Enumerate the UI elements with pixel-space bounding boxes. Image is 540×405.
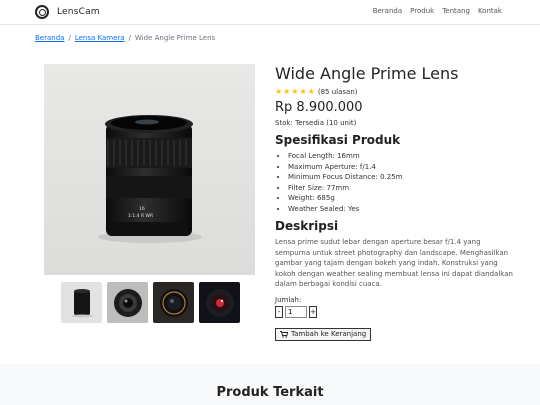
thumbnail-3[interactable] bbox=[153, 282, 194, 323]
nav-link-produk[interactable]: Produk bbox=[410, 7, 434, 15]
add-to-cart-label: Tambah ke Keranjang bbox=[291, 330, 367, 338]
rating: ★ ★ ★ ★ ★ (85 ulasan) bbox=[275, 87, 515, 96]
quantity-input[interactable] bbox=[285, 305, 307, 318]
breadcrumb-home[interactable]: Beranda bbox=[35, 34, 64, 42]
product-info: Wide Angle Prime Lens ★ ★ ★ ★ ★ (85 ulas… bbox=[275, 64, 515, 342]
star-icon: ★ bbox=[307, 87, 315, 96]
breadcrumb-category[interactable]: Lensa Kamera bbox=[75, 34, 125, 42]
nav-link-kontak[interactable]: Kontak bbox=[478, 7, 502, 15]
star-icon: ★ bbox=[275, 87, 283, 96]
spec-item: Maximum Aperture: f/1.4 bbox=[288, 162, 515, 173]
related-products-title: Produk Terkait bbox=[216, 385, 324, 400]
thumbnail-4[interactable] bbox=[199, 282, 240, 323]
navbar: LensCam Beranda Produk Tentang Kontak bbox=[0, 0, 540, 25]
quantity-stepper: - + bbox=[275, 305, 515, 318]
spec-item: Weather Sealed: Yes bbox=[288, 204, 515, 215]
breadcrumb: Beranda / Lensa Kamera / Wide Angle Prim… bbox=[35, 34, 215, 42]
product-main-image: 16 1:1.4 R WR bbox=[44, 64, 255, 275]
quantity-increase-button[interactable]: + bbox=[309, 305, 317, 318]
spec-item: Focal Length: 16mm bbox=[288, 151, 515, 162]
lens-marking: 1:1.4 R WR bbox=[128, 213, 153, 219]
spec-list: Focal Length: 16mm Maximum Aperture: f/1… bbox=[275, 151, 515, 214]
star-icon: ★ bbox=[291, 87, 299, 96]
thumbnail-strip bbox=[61, 282, 240, 323]
lens-marking: 16 bbox=[139, 206, 145, 212]
thumbnail-2[interactable] bbox=[107, 282, 148, 323]
brand[interactable]: LensCam bbox=[35, 5, 100, 19]
nav-link-beranda[interactable]: Beranda bbox=[373, 7, 402, 15]
camera-lens-logo-icon bbox=[35, 5, 49, 19]
brand-name: LensCam bbox=[57, 7, 100, 17]
quantity-decrease-button[interactable]: - bbox=[275, 305, 283, 318]
review-count: (85 ulasan) bbox=[317, 87, 358, 96]
breadcrumb-separator: / bbox=[128, 34, 131, 42]
stock-status: Stok: Tersedia (10 unit) bbox=[275, 119, 357, 127]
spec-heading: Spesifikasi Produk bbox=[275, 133, 401, 147]
breadcrumb-separator: / bbox=[68, 34, 71, 42]
spec-item: Minimum Focus Distance: 0.25m bbox=[288, 172, 515, 183]
spec-item: Weight: 685g bbox=[288, 193, 515, 204]
product-price: Rp 8.900.000 bbox=[275, 100, 363, 115]
quantity-label: Jumlah: bbox=[275, 295, 302, 304]
breadcrumb-current: Wide Angle Prime Lens bbox=[134, 34, 216, 42]
thumbnail-1[interactable] bbox=[61, 282, 102, 323]
star-icon: ★ bbox=[283, 87, 291, 96]
cart-icon bbox=[280, 330, 288, 338]
product-description: Lensa prime sudut lebar dengan aperture … bbox=[275, 238, 513, 288]
nav-link-tentang[interactable]: Tentang bbox=[442, 7, 470, 15]
product-title: Wide Angle Prime Lens bbox=[275, 64, 459, 83]
description-heading: Deskripsi bbox=[275, 219, 339, 233]
related-products-section: Produk Terkait bbox=[0, 364, 540, 405]
lens-photo: 16 1:1.4 R WR bbox=[44, 64, 255, 275]
spec-item: Filter Size: 77mm bbox=[288, 183, 515, 194]
star-icon: ★ bbox=[299, 87, 307, 96]
nav-links: Beranda Produk Tentang Kontak bbox=[373, 7, 502, 15]
add-to-cart-button[interactable]: Tambah ke Keranjang bbox=[275, 327, 372, 341]
